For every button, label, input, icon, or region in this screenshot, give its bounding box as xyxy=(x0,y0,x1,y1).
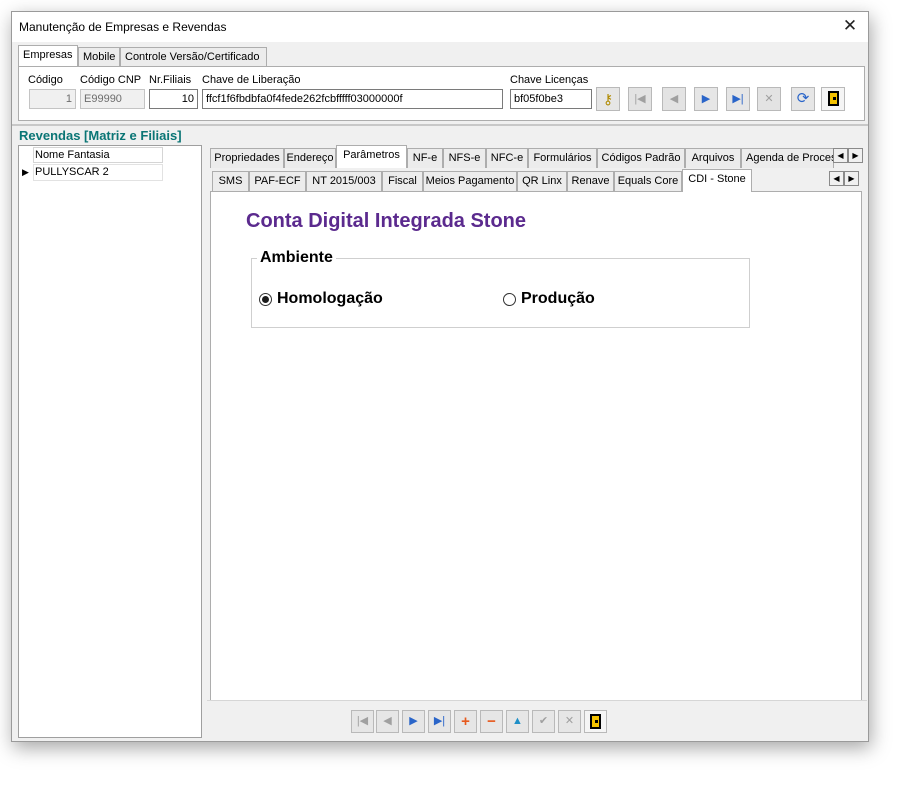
cancel-button[interactable]: ✕ xyxy=(757,87,781,111)
tab-formularios[interactable]: Formulários xyxy=(528,148,597,168)
scroll-left-icon[interactable]: ◀ xyxy=(829,171,844,186)
revendas-grid[interactable]: Nome Fantasia ▶ PULLYSCAR 2 xyxy=(18,145,202,738)
cancel-edit-button[interactable]: ✕ xyxy=(558,710,581,733)
codigo-cnp-label: Código CNP xyxy=(80,74,142,86)
revendas-section-title: Revendas [Matriz e Filiais] xyxy=(19,128,182,143)
add-button[interactable]: + xyxy=(454,710,477,733)
exit-door-icon xyxy=(590,714,601,729)
divider xyxy=(12,124,868,126)
refresh-button[interactable]: ⟳ xyxy=(791,87,815,111)
exit-door-icon xyxy=(827,91,839,106)
cdi-stone-panel: Conta Digital Integrada Stone Ambiente H… xyxy=(210,191,862,704)
cdi-title: Conta Digital Integrada Stone xyxy=(246,210,527,232)
tab-mobile[interactable]: Mobile xyxy=(78,47,120,66)
prev-button[interactable]: ◀ xyxy=(376,710,399,733)
last-button[interactable]: ▶| xyxy=(428,710,451,733)
tab-nfce[interactable]: NFC-e xyxy=(486,148,528,168)
chave-licencas-label: Chave Licenças xyxy=(510,74,589,86)
codigo-field[interactable]: 1 xyxy=(29,89,76,109)
chave-liberacao-label: Chave de Liberação xyxy=(202,74,301,86)
scroll-right-icon[interactable]: ▶ xyxy=(844,171,859,186)
bottom-navigation-bar: |◀ ◀ ▶ ▶| + − ▲ ✔ ✕ xyxy=(207,700,867,740)
next-record-button[interactable]: ▶ xyxy=(694,87,718,111)
details-area: Propriedades Endereço Parâmetros NF-e NF… xyxy=(207,145,867,706)
first-button[interactable]: |◀ xyxy=(351,710,374,733)
tab-endereco[interactable]: Endereço xyxy=(284,148,336,168)
ambiente-groupbox: Ambiente Homologação Produção xyxy=(251,249,750,328)
radio-homologacao[interactable]: Homologação xyxy=(259,289,383,309)
tab-empresas[interactable]: Empresas xyxy=(18,45,78,66)
up-button[interactable]: ▲ xyxy=(506,710,529,733)
tab-cdi-stone[interactable]: CDI - Stone xyxy=(682,169,752,192)
empresa-panel: Código 1 Código CNP E99990 Nr.Filiais 10… xyxy=(18,66,865,121)
chave-liberacao-field[interactable]: ffcf1f6fbdbfa0f4fede262fcbfffff03000000f xyxy=(202,89,503,109)
tab-meios-pagamento[interactable]: Meios Pagamento xyxy=(423,171,517,191)
tabs2-scroll: ◀ ▶ xyxy=(829,171,859,186)
tabs1-scroll: ◀ ▶ xyxy=(833,148,863,163)
tab-agenda-processos[interactable]: Agenda de Proces xyxy=(741,148,834,168)
main-window: Manutenção de Empresas e Revendas ✕ Empr… xyxy=(11,11,869,742)
key-icon: ⚷ xyxy=(602,91,614,107)
scroll-left-icon[interactable]: ◀ xyxy=(833,148,848,163)
remove-button[interactable]: − xyxy=(480,710,503,733)
tab-sms[interactable]: SMS xyxy=(212,171,249,191)
row-indicator-icon: ▶ xyxy=(22,167,29,177)
window-title: Manutenção de Empresas e Revendas xyxy=(19,20,227,34)
tab-equals-core[interactable]: Equals Core xyxy=(614,171,682,191)
tab-nfe[interactable]: NF-e xyxy=(407,148,443,168)
tab-renave[interactable]: Renave xyxy=(567,171,614,191)
prev-record-button[interactable]: ◀ xyxy=(662,87,686,111)
last-record-button[interactable]: ▶| xyxy=(726,87,750,111)
tab-qr-linx[interactable]: QR Linx xyxy=(517,171,567,191)
tab-nt-2015[interactable]: NT 2015/003 xyxy=(306,171,382,191)
radio-unchecked-icon[interactable] xyxy=(503,292,516,306)
confirm-button[interactable]: ✔ xyxy=(532,710,555,733)
radio-checked-icon[interactable] xyxy=(259,292,272,306)
tab-parametros[interactable]: Parâmetros xyxy=(336,145,407,168)
tab-paf-ecf[interactable]: PAF-ECF xyxy=(249,171,306,191)
codigo-label: Código xyxy=(28,74,63,86)
ambiente-label: Ambiente xyxy=(257,249,336,267)
grid-column-header[interactable]: Nome Fantasia xyxy=(33,147,163,163)
nr-filiais-field[interactable]: 10 xyxy=(149,89,198,109)
close-icon[interactable]: ✕ xyxy=(832,12,868,42)
key-button[interactable]: ⚷ xyxy=(596,87,620,111)
tab-arquivos[interactable]: Arquivos xyxy=(685,148,741,168)
exit-button[interactable] xyxy=(584,710,607,733)
next-button[interactable]: ▶ xyxy=(402,710,425,733)
radio-producao-label[interactable]: Produção xyxy=(521,290,595,308)
tab-propriedades[interactable]: Propriedades xyxy=(210,148,284,168)
exit-button[interactable] xyxy=(821,87,845,111)
table-row[interactable]: PULLYSCAR 2 xyxy=(33,164,163,181)
title-bar: Manutenção de Empresas e Revendas ✕ xyxy=(12,12,868,42)
first-record-button[interactable]: |◀ xyxy=(628,87,652,111)
nr-filiais-label: Nr.Filiais xyxy=(149,74,192,86)
radio-homologacao-label[interactable]: Homologação xyxy=(277,290,383,308)
tab-nfse[interactable]: NFS-e xyxy=(443,148,486,168)
codigo-cnp-field[interactable]: E99990 xyxy=(80,89,145,109)
tab-codigos-padrao[interactable]: Códigos Padrão xyxy=(597,148,685,168)
tab-fiscal[interactable]: Fiscal xyxy=(382,171,423,191)
scroll-right-icon[interactable]: ▶ xyxy=(848,148,863,163)
tab-controle-versao[interactable]: Controle Versão/Certificado xyxy=(120,47,267,66)
radio-producao[interactable]: Produção xyxy=(503,289,595,309)
chave-licencas-field[interactable]: bf05f0be3 xyxy=(510,89,592,109)
